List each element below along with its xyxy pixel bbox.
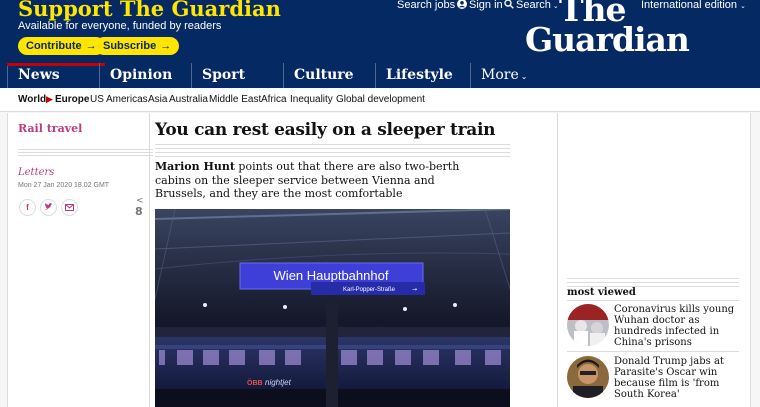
email-share-button[interactable] — [61, 199, 78, 216]
subnav-item-australia[interactable]: Australia — [169, 94, 208, 105]
logo-line-2: Guardian — [525, 20, 690, 59]
subnav-europe[interactable]: Europe — [55, 94, 89, 105]
section-label[interactable]: Rail travel — [18, 122, 82, 135]
more-label: More — [481, 67, 519, 83]
most-viewed-headline: Donald Trump jabs at Parasite's Oscar wi… — [614, 356, 724, 400]
subnav-item-us[interactable]: US — [90, 94, 104, 105]
subnav: World ▶ Europe US Americas Asia Australi… — [0, 88, 760, 112]
subnav-item-inequality[interactable]: Inequality — [290, 94, 333, 105]
arrow-right-icon: → — [160, 40, 172, 52]
dateline: Mon 27 Jan 2020 18.02 GMT — [18, 182, 110, 189]
most-viewed-thumbnail — [567, 304, 609, 346]
article-headline: You can rest easily on a sleeper train — [155, 120, 496, 140]
pillar-nav: News Opinion Sport Culture Lifestyle Mor… — [0, 63, 760, 88]
subnav-world[interactable]: World — [18, 94, 46, 105]
most-viewed-item[interactable]: Coronavirus kills young Wuhan doctor as … — [567, 304, 743, 350]
support-subtitle: Available for everyone, funded by reader… — [18, 20, 222, 32]
facebook-icon: f — [26, 203, 29, 212]
twitter-share-button[interactable] — [40, 199, 57, 216]
divider — [567, 351, 739, 352]
chevron-down-icon: ⌄ — [520, 72, 528, 81]
divider — [18, 149, 153, 150]
twitter-icon — [44, 203, 53, 210]
pillar-sport[interactable]: Sport — [191, 63, 283, 88]
train-brand: nightjet — [265, 378, 292, 387]
series-label[interactable]: Letters — [18, 167, 54, 178]
chevron-down-icon: ⌄ — [740, 3, 746, 10]
most-viewed-thumbnail — [567, 356, 609, 398]
search-jobs-link[interactable]: Search jobs — [397, 0, 455, 11]
sign-in-label: Sign in — [469, 0, 503, 11]
divider — [567, 300, 739, 301]
divider — [557, 113, 558, 407]
sign-in-link[interactable]: Sign in — [457, 0, 503, 11]
support-title: Support The Guardian — [18, 0, 281, 21]
subnav-item-africa[interactable]: Africa — [261, 94, 287, 105]
subnav-item-global-development[interactable]: Global development — [336, 94, 425, 105]
pillar-lifestyle[interactable]: Lifestyle — [375, 63, 470, 88]
standfirst-author[interactable]: Marion Hunt — [155, 160, 235, 173]
most-viewed-title: most viewed — [567, 287, 636, 298]
subnav-item-middle-east[interactable]: Middle East — [209, 94, 261, 105]
pillar-opinion[interactable]: Opinion — [99, 63, 191, 88]
email-icon — [65, 204, 74, 211]
pillar-culture[interactable]: Culture — [283, 63, 375, 88]
station-sign-text: Wien Hauptbahnhof — [274, 268, 389, 283]
pillar-news[interactable]: News — [7, 63, 105, 88]
most-viewed-headline: Coronavirus kills young Wuhan doctor as … — [614, 304, 735, 348]
share-count: 8 — [135, 205, 143, 218]
user-icon — [457, 0, 467, 9]
subnav-item-americas[interactable]: Americas — [106, 94, 148, 105]
subscribe-button[interactable]: Subscribe → — [95, 37, 180, 55]
divider — [7, 113, 8, 407]
article-main-image: ÖBB nightjet Wien Hauptbahnhof Karl-Popp… — [155, 209, 510, 407]
guardian-logo[interactable]: The Guardian — [525, 0, 690, 59]
triangle-right-icon: ▶ — [46, 94, 53, 104]
divider — [18, 155, 153, 156]
contribute-label: Contribute — [26, 40, 82, 52]
site-header: Support The Guardian Available for every… — [0, 0, 760, 88]
most-viewed-item[interactable]: Donald Trump jabs at Parasite's Oscar wi… — [567, 356, 743, 402]
search-icon — [504, 0, 514, 9]
station-photo: ÖBB nightjet Wien Hauptbahnhof Karl-Popp… — [155, 209, 510, 407]
pillar-more[interactable]: More ⌄ — [470, 63, 530, 88]
divider — [149, 113, 150, 407]
station-sign-arrow: → — [412, 286, 417, 293]
train-logo: ÖBB — [247, 378, 263, 387]
divider — [18, 152, 153, 153]
subscribe-label: Subscribe — [103, 40, 157, 52]
headline-rule — [155, 144, 510, 160]
station-sign-subtext: Karl-Popper-Straße — [343, 287, 396, 293]
article-standfirst: Marion Hunt points out that there are al… — [155, 160, 465, 201]
divider — [750, 113, 751, 407]
facebook-share-button[interactable]: f — [19, 199, 36, 216]
article-container: Rail travel Letters Mon 27 Jan 2020 18.0… — [7, 113, 751, 407]
contribute-button[interactable]: Contribute → — [18, 37, 105, 55]
subnav-item-asia[interactable]: Asia — [148, 94, 167, 105]
